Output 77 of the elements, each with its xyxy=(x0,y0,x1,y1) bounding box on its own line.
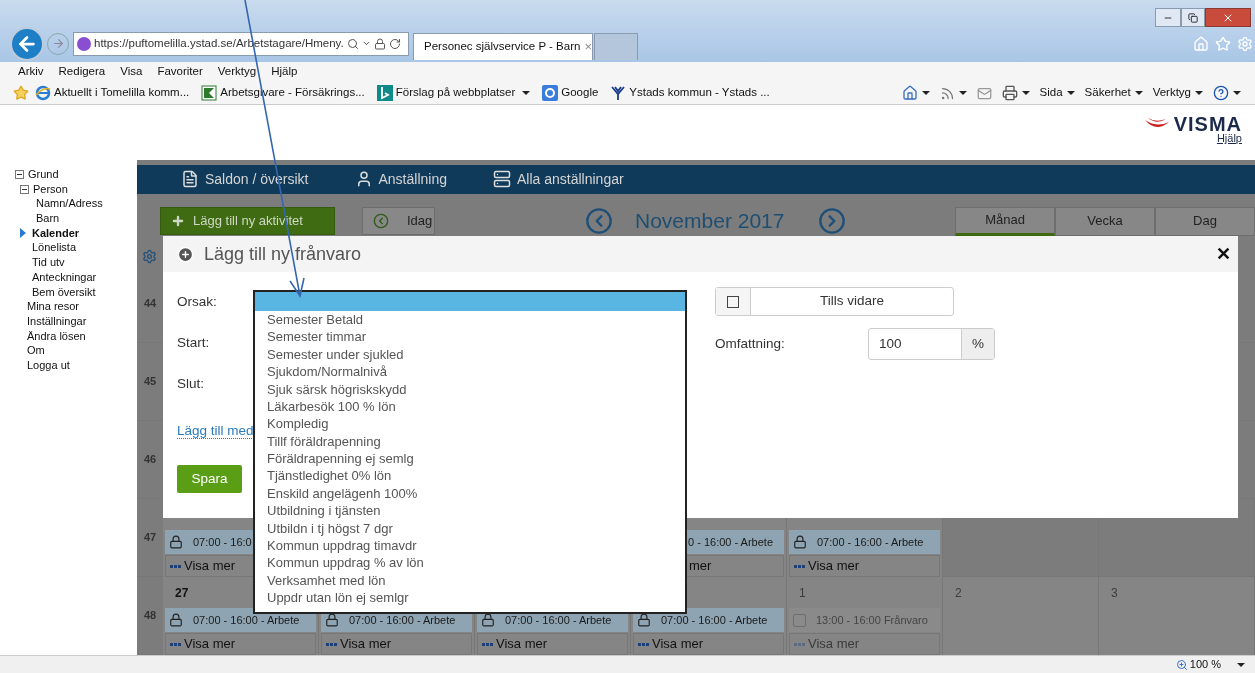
help-link[interactable]: Hjälp xyxy=(1216,131,1242,145)
tree-item[interactable]: Inställningar xyxy=(0,313,137,329)
tree-item[interactable]: Namn/Adress xyxy=(0,196,137,212)
day-number: 27 xyxy=(175,584,189,602)
dropdown-option[interactable]: Uppdr utan lön ej semlgr xyxy=(255,589,685,607)
menu-item[interactable]: Arkiv xyxy=(18,63,44,81)
week-number: 45 xyxy=(143,374,157,390)
day-number: 3 xyxy=(1111,584,1118,602)
menu-item[interactable]: Visa xyxy=(120,63,143,81)
tree-item[interactable]: Mina resor xyxy=(0,299,137,314)
view-tab[interactable]: Vecka xyxy=(1055,206,1155,236)
field-label: Slut: xyxy=(177,376,204,391)
event-bar[interactable]: 07:00 - 16:00 - Arbete xyxy=(789,530,940,554)
menu-item[interactable]: Verktyg xyxy=(217,63,257,81)
command-menu[interactable]: Säkerhet xyxy=(1084,84,1143,102)
dropdown-option[interactable]: Enskild angelägenh 100% xyxy=(255,484,685,503)
dropdown-option[interactable]: Tjänstledighet 0% lön xyxy=(255,467,685,485)
view-tab[interactable]: Dag xyxy=(1155,206,1255,236)
dropdown-option[interactable]: Semester timmar xyxy=(255,328,685,346)
dropdown-option[interactable]: Sjuk särsk högriskskydd xyxy=(255,380,685,398)
menu-item[interactable]: Redigera xyxy=(58,63,106,81)
close-button[interactable]: ✕ xyxy=(1216,240,1231,268)
tree-item[interactable]: Ändra lösen xyxy=(0,328,137,344)
tree-item[interactable]: Bem översikt xyxy=(0,284,137,300)
field-label: Omfattning: xyxy=(715,334,786,353)
until-further-toggle[interactable]: Tills vidare xyxy=(715,287,954,316)
dropdown-option[interactable]: Läkarbesök 100 % lön xyxy=(255,397,685,416)
tree-item[interactable]: Logga ut xyxy=(0,357,137,373)
favorite-link[interactable]: Aktuellt i Tomelilla komm... xyxy=(35,84,190,102)
favorite-link[interactable]: Google xyxy=(542,84,599,102)
nav-link[interactable]: Saldon / översikt xyxy=(181,168,309,190)
tree-item[interactable]: Person xyxy=(0,181,137,197)
dropdown-option[interactable]: Sjukdom/Normalnivå xyxy=(255,363,685,381)
favorite-link[interactable]: Ystads kommun - Ystads ... xyxy=(610,84,770,102)
tree-item[interactable]: Om xyxy=(0,343,137,358)
tree-item[interactable]: Grund xyxy=(0,167,137,182)
tree-item[interactable]: Tid utv xyxy=(0,255,137,270)
week-number: 44 xyxy=(143,296,157,312)
show-more-button[interactable]: Visa mer xyxy=(477,633,628,655)
nav-link[interactable]: Alla anställningar xyxy=(493,168,624,190)
week-number: 47 xyxy=(143,530,157,546)
menu-item[interactable]: Favoriter xyxy=(157,63,203,81)
dropdown-option[interactable]: Föräldrapenning ej semlg xyxy=(255,450,685,468)
favorite-link[interactable]: Förslag på webbplatser xyxy=(376,84,531,102)
dropdown-option[interactable]: Semester under sjukled xyxy=(255,345,685,364)
tree-item[interactable]: Kalender xyxy=(0,225,137,241)
tree-item[interactable]: Barn xyxy=(0,211,137,226)
week-number: 46 xyxy=(143,452,157,468)
command-menu[interactable]: Verktyg xyxy=(1152,84,1203,102)
tree-item[interactable]: Anteckningar xyxy=(0,269,137,285)
field-label: Start: xyxy=(177,335,210,350)
day-number: 2 xyxy=(955,584,962,602)
show-more-button[interactable]: Visa mer xyxy=(633,633,784,655)
dropdown-option[interactable]: Utbildning i tjänsten xyxy=(255,502,685,520)
show-more-button[interactable]: Visa mer xyxy=(165,633,316,655)
field-label: Orsak: xyxy=(177,294,217,309)
menu-item[interactable]: Hjälp xyxy=(271,63,298,81)
nav-link[interactable]: Anställning xyxy=(354,168,447,190)
browser-tab[interactable]: Personec självservice P - Barn × xyxy=(413,33,593,60)
dropdown-option[interactable]: Semester Betald xyxy=(255,311,685,329)
week-number: 48 xyxy=(143,608,157,624)
tree-item[interactable]: Lönelista xyxy=(0,240,137,256)
view-tab[interactable]: Månad xyxy=(955,206,1055,236)
extent-field[interactable]: 100 % xyxy=(868,328,995,360)
dialog-title: Lägg till ny frånvaro xyxy=(204,242,362,266)
visma-logo: VISMA xyxy=(1143,117,1242,131)
day-number: 1 xyxy=(799,584,806,602)
close-tab-button[interactable]: × xyxy=(584,37,592,57)
command-menu[interactable]: Sida xyxy=(1039,84,1075,102)
show-more-button[interactable]: Visa mer xyxy=(321,633,472,655)
unit-label: % xyxy=(961,329,994,359)
dropdown-option[interactable]: Tillf föräldrapenning xyxy=(255,432,685,451)
dropdown-option[interactable]: Kompledig xyxy=(255,415,685,433)
event-bar[interactable]: 07:00 - 16:00 - Arbete xyxy=(633,608,784,632)
show-more-button[interactable]: Visa mer xyxy=(789,555,940,577)
today-button[interactable]: Idag xyxy=(362,207,435,235)
zoom-level[interactable]: 100 % xyxy=(1189,656,1221,673)
